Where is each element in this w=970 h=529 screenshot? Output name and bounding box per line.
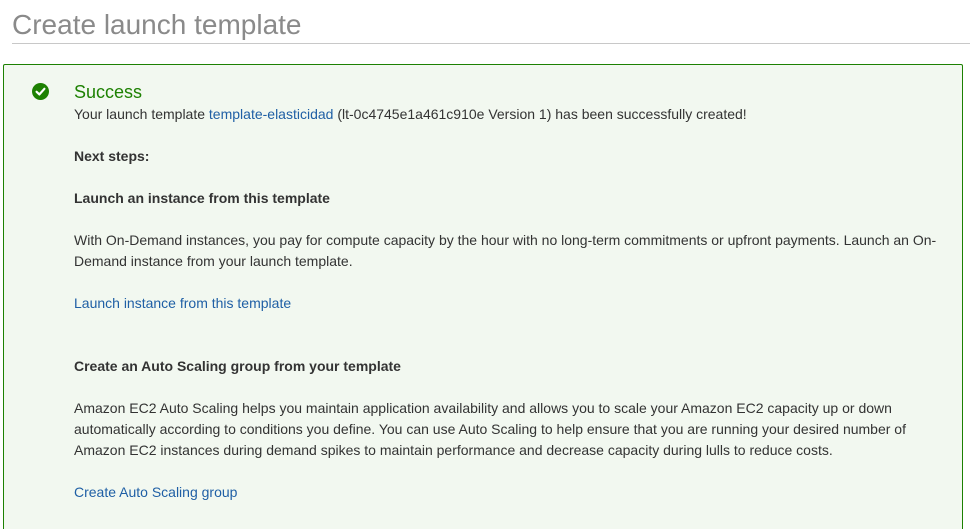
success-content: Success Your launch template template-el… [74,80,942,503]
create-autoscaling-link[interactable]: Create Auto Scaling group [74,484,237,500]
launch-section-title: Launch an instance from this template [74,190,330,206]
created-message-prefix: Your launch template [74,106,209,122]
created-message-suffix: (lt-0c4745e1a461c910e Version 1) has bee… [333,106,747,122]
template-name-link[interactable]: template-elasticidad [209,106,334,122]
next-steps-heading: Next steps: [74,148,150,164]
created-message: Your launch template template-elasticida… [74,104,942,125]
launch-section-text: With On-Demand instances, you pay for co… [74,232,937,269]
success-panel: Success Your launch template template-el… [3,64,963,529]
page-title: Create launch template [12,9,302,40]
success-heading: Success [74,82,143,102]
autoscaling-section-title: Create an Auto Scaling group from your t… [74,358,401,374]
launch-instance-link[interactable]: Launch instance from this template [74,295,291,311]
page: Create launch template Success Your laun… [0,0,970,529]
title-divider [12,43,970,44]
autoscaling-section-text: Amazon EC2 Auto Scaling helps you mainta… [74,400,906,458]
check-circle-icon [32,83,49,100]
